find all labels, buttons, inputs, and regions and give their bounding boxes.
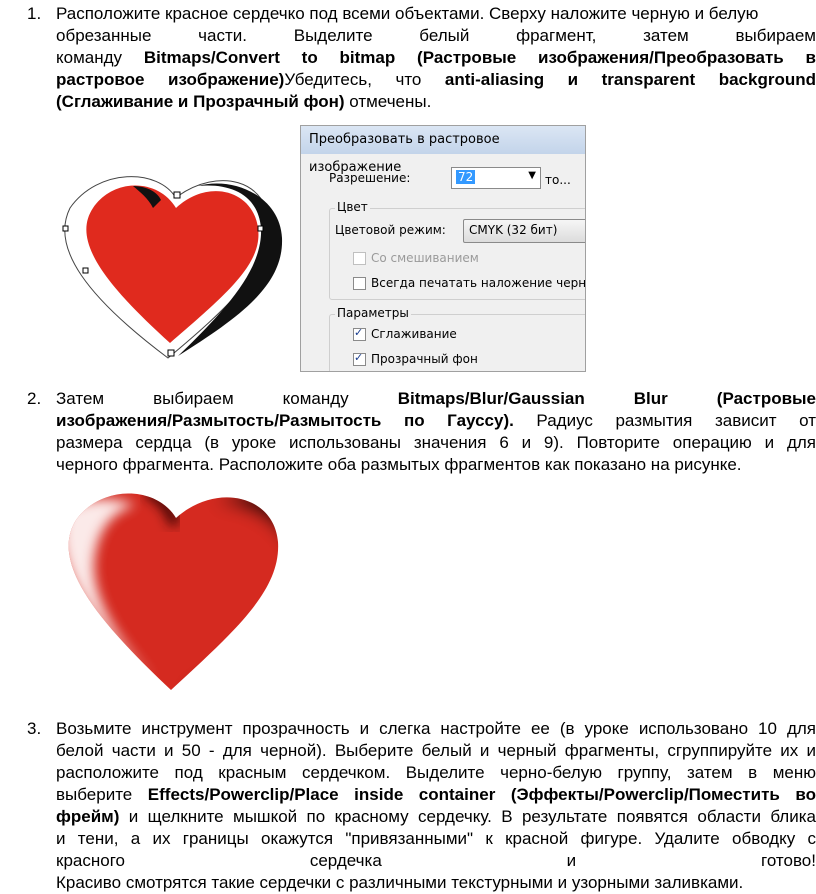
params-group-label: Параметры <box>335 306 411 320</box>
line: Затем выбираем команду Bitmaps/Blur/Gaus… <box>56 389 816 408</box>
line: расположите под красным сердечком. Выдел… <box>56 763 816 782</box>
step-text: Расположите красное сердечко под всеми о… <box>56 3 816 113</box>
blurred-heart-figure <box>68 493 279 691</box>
resolution-label: Разрешение: <box>329 171 411 185</box>
line: и тени, а их границы окажутся "привязанн… <box>56 829 816 848</box>
dithering-checkbox[interactable] <box>353 252 366 265</box>
color-group-label: Цвет <box>335 200 370 214</box>
line: команду Bitmaps/Convert to bitmap (Растр… <box>56 48 816 67</box>
overprint-label: Всегда печатать наложение черного <box>371 276 586 290</box>
line: (Сглаживание и Прозрачный фон) отмечены. <box>56 92 432 111</box>
step-text: Затем выбираем команду Bitmaps/Blur/Gaus… <box>56 388 816 476</box>
transparent-label: Прозрачный фон <box>371 352 478 366</box>
antialias-checkbox[interactable] <box>353 326 366 341</box>
step-number: 3. <box>27 719 42 738</box>
color-mode-label: Цветовой режим: <box>335 223 446 237</box>
line: размера сердца (в уроке использованы зна… <box>56 433 816 452</box>
transparent-checkbox[interactable] <box>353 351 366 366</box>
line: изображения/Размытость/Размытость по Гау… <box>56 411 816 430</box>
dialog-title: Преобразовать в растровое изображение <box>301 126 585 175</box>
step-number: 1. <box>27 4 42 23</box>
line: обрезанные части. Выделите белый фрагмен… <box>56 26 816 45</box>
antialias-label: Сглаживание <box>371 327 457 341</box>
resolution-suffix: то... <box>545 173 571 187</box>
line: красного сердечка и готово! <box>56 851 816 870</box>
line: черного фрагмента. Расположите оба размы… <box>56 455 742 474</box>
line: фрейм) и щелкните мышкой по красному сер… <box>56 807 816 826</box>
chevron-down-icon: ▼ <box>528 170 536 181</box>
red-heart <box>86 185 259 343</box>
step-number: 2. <box>27 389 42 408</box>
dithering-label: Со смешиванием <box>371 251 479 265</box>
resolution-value: 72 <box>456 170 476 184</box>
line: белой части и 50 - для черной). Выберите… <box>56 741 816 760</box>
line: выберите Effects/Powerclip/Place inside … <box>56 785 816 804</box>
color-mode-combo[interactable]: CMYK (32 бит) <box>463 219 585 243</box>
line: Красиво смотрятся такие сердечки с разли… <box>56 873 744 892</box>
line: растровое изображение)Убедитесь, что ant… <box>56 70 816 89</box>
convert-bitmap-dialog: Преобразовать в растровое изображение Ра… <box>300 125 586 372</box>
line: Возьмите инструмент прозрачность и слегк… <box>56 719 816 738</box>
line: Расположите красное сердечко под всеми о… <box>56 4 759 23</box>
heart-selection-figure <box>62 176 283 359</box>
step-text: Возьмите инструмент прозрачность и слегк… <box>56 718 816 894</box>
color-mode-value: CMYK (32 бит) <box>469 223 558 237</box>
resolution-combo[interactable]: 72 ▼ <box>451 167 541 189</box>
overprint-checkbox[interactable] <box>353 277 366 290</box>
